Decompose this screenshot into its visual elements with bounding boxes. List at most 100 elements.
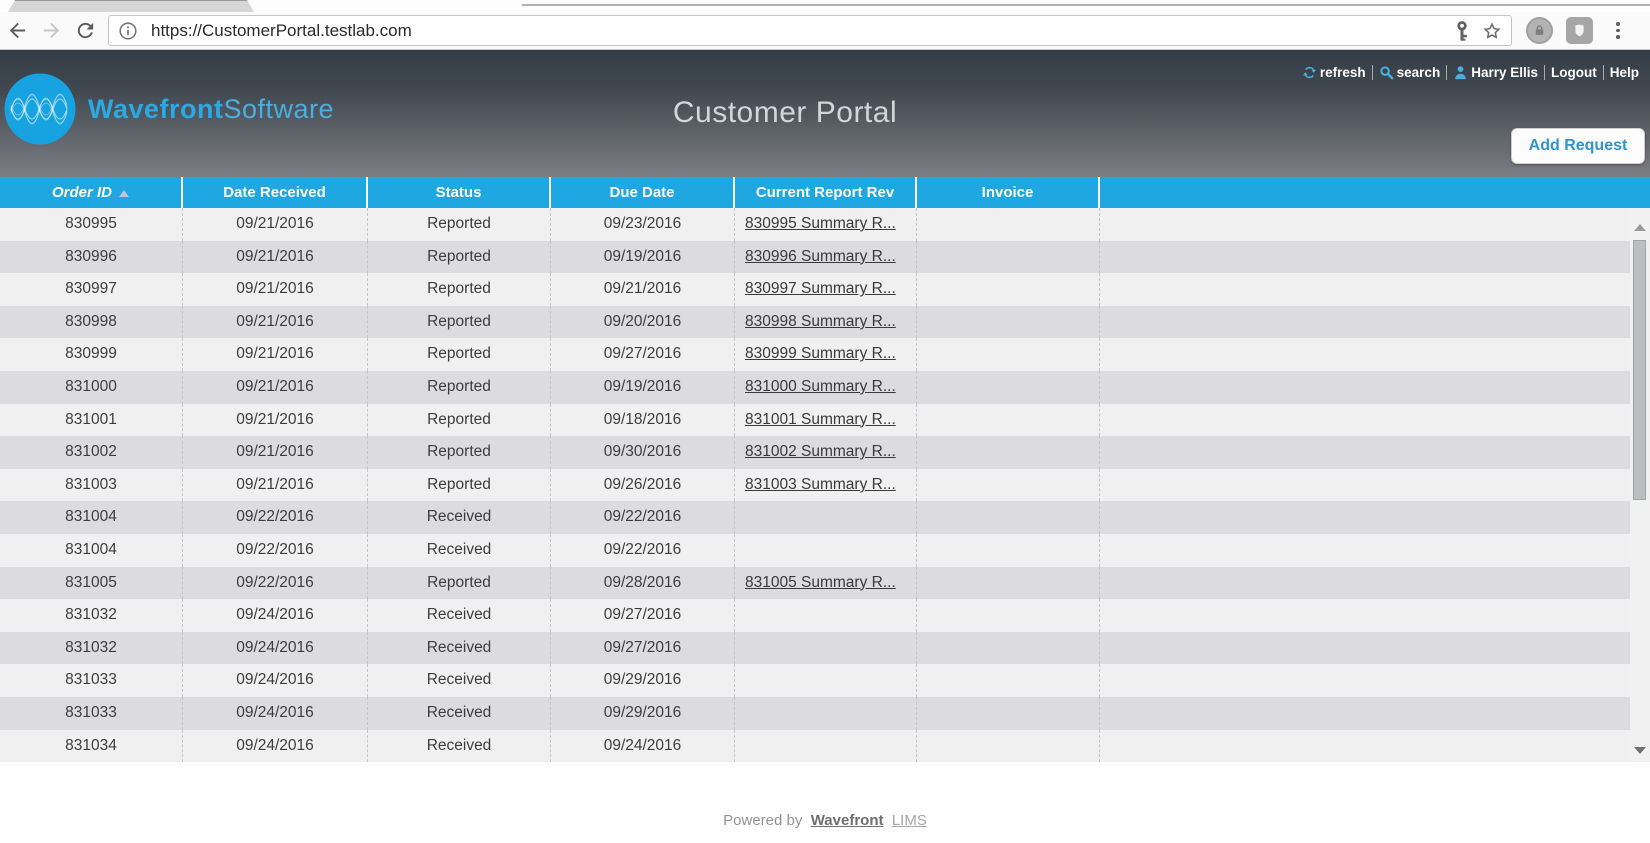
table-row[interactable]: 830996 09/21/2016 Reported 09/19/2016 83… — [0, 240, 1650, 274]
report-rev-cell — [735, 696, 917, 730]
order-id-cell: 830998 — [0, 305, 183, 339]
table-row[interactable]: 831001 09/21/2016 Reported 09/18/2016 83… — [0, 403, 1650, 437]
table-row[interactable]: 831004 09/22/2016 Received 09/22/2016 — [0, 501, 1650, 534]
extension-lock-icon[interactable] — [1526, 17, 1553, 44]
report-rev-cell: 830995 Summary R... — [735, 208, 917, 241]
table-row[interactable]: 831032 09/24/2016 Received 09/27/2016 — [0, 599, 1650, 632]
search-link[interactable]: search — [1376, 65, 1444, 80]
invoice-cell — [917, 240, 1100, 274]
address-bar[interactable]: https://CustomerPortal.testlab.com — [108, 15, 1512, 46]
forward-button[interactable] — [34, 16, 68, 46]
browser-toolbar: https://CustomerPortal.testlab.com — [0, 12, 1650, 50]
date-received-cell: 09/24/2016 — [183, 696, 368, 730]
table-row[interactable]: 831033 09/24/2016 Received 09/29/2016 — [0, 696, 1650, 730]
filler-cell — [1100, 632, 1650, 665]
column-header-date-received[interactable]: Date Received — [183, 177, 368, 208]
table-row[interactable]: 831003 09/21/2016 Reported 09/26/2016 83… — [0, 468, 1650, 502]
table-row[interactable]: 830998 09/21/2016 Reported 09/20/2016 83… — [0, 305, 1650, 339]
order-id-cell: 831032 — [0, 599, 183, 632]
invoice-cell — [917, 370, 1100, 404]
report-link[interactable]: 831005 Summary R... — [745, 574, 896, 591]
logout-link[interactable]: Logout — [1548, 65, 1600, 80]
footer-product-link[interactable]: LIMS — [892, 812, 927, 829]
table-row[interactable]: 831002 09/21/2016 Reported 09/30/2016 83… — [0, 436, 1650, 469]
order-id-cell: 831004 — [0, 501, 183, 534]
invoice-cell — [917, 533, 1100, 567]
table-row[interactable]: 830997 09/21/2016 Reported 09/21/2016 83… — [0, 273, 1650, 306]
report-link[interactable]: 830996 Summary R... — [745, 248, 896, 265]
vertical-scrollbar[interactable] — [1630, 208, 1650, 762]
top-navigation: refresh search Harry Ellis Logout Help — [1299, 65, 1642, 80]
browser-tab[interactable] — [8, 0, 254, 12]
column-header-status[interactable]: Status — [368, 177, 551, 208]
report-link[interactable]: 831003 Summary R... — [745, 476, 896, 493]
status-cell: Reported — [368, 208, 551, 241]
extension-shield-icon[interactable] — [1566, 17, 1593, 44]
reload-button[interactable] — [68, 16, 102, 46]
scrollbar-thumb[interactable] — [1633, 240, 1646, 500]
report-link[interactable]: 830998 Summary R... — [745, 313, 896, 330]
order-id-cell: 831002 — [0, 436, 183, 469]
invoice-cell — [917, 403, 1100, 437]
due-date-cell: 09/29/2016 — [551, 696, 735, 730]
table-row[interactable]: 831034 09/24/2016 Received 09/24/2016 — [0, 729, 1650, 762]
due-date-cell: 09/19/2016 — [551, 370, 735, 404]
page-info-icon[interactable] — [117, 20, 139, 42]
column-header-current-report-rev[interactable]: Current Report Rev — [735, 177, 917, 208]
order-id-cell: 831033 — [0, 696, 183, 730]
scroll-down-icon[interactable] — [1634, 747, 1646, 754]
back-arrow-icon — [9, 22, 25, 39]
browser-window: https://CustomerPortal.testlab.com Wavef… — [0, 0, 1650, 843]
table-row[interactable]: 830999 09/21/2016 Reported 09/27/2016 83… — [0, 338, 1650, 371]
column-label: Order ID — [51, 184, 112, 201]
table-row[interactable]: 831004 09/22/2016 Received 09/22/2016 — [0, 533, 1650, 567]
bookmark-star-icon[interactable] — [1481, 20, 1503, 42]
browser-menu-icon[interactable] — [1603, 16, 1633, 46]
url-text[interactable]: https://CustomerPortal.testlab.com — [151, 21, 1451, 41]
report-link[interactable]: 830995 Summary R... — [745, 215, 896, 232]
filler-cell — [1100, 534, 1650, 567]
report-rev-cell: 830997 Summary R... — [735, 273, 917, 306]
date-received-cell: 09/21/2016 — [183, 436, 368, 469]
date-received-cell: 09/21/2016 — [183, 370, 368, 404]
table-row[interactable]: 830995 09/21/2016 Reported 09/23/2016 83… — [0, 208, 1650, 241]
tabstrip-divider — [522, 4, 1650, 6]
footer-brand-link[interactable]: Wavefront — [811, 812, 884, 829]
report-link[interactable]: 831001 Summary R... — [745, 411, 896, 428]
browser-tabstrip — [0, 0, 1650, 12]
status-cell: Reported — [368, 240, 551, 274]
report-rev-cell — [735, 664, 917, 697]
reload-icon — [77, 22, 93, 39]
status-cell: Received — [368, 599, 551, 632]
help-link[interactable]: Help — [1607, 65, 1642, 80]
filler-cell — [1100, 599, 1650, 632]
add-request-button[interactable]: Add Request — [1511, 128, 1645, 164]
order-id-cell: 830995 — [0, 208, 183, 241]
table-row[interactable]: 831032 09/24/2016 Received 09/27/2016 — [0, 631, 1650, 665]
order-id-cell: 831032 — [0, 631, 183, 665]
sort-ascending-icon — [119, 190, 129, 197]
invoice-cell — [917, 599, 1100, 632]
due-date-cell: 09/24/2016 — [551, 729, 735, 762]
table-row[interactable]: 831033 09/24/2016 Received 09/29/2016 — [0, 664, 1650, 697]
password-key-icon[interactable] — [1451, 20, 1473, 42]
invoice-cell — [917, 305, 1100, 339]
filler-cell — [1100, 208, 1650, 241]
back-button[interactable] — [0, 16, 34, 46]
due-date-cell: 09/28/2016 — [551, 566, 735, 600]
report-link[interactable]: 831000 Summary R... — [745, 378, 896, 395]
refresh-link[interactable]: refresh — [1299, 65, 1369, 80]
column-header-due-date[interactable]: Due Date — [551, 177, 735, 208]
column-header-order-id[interactable]: Order ID — [0, 177, 183, 208]
scroll-up-icon[interactable] — [1634, 224, 1646, 231]
report-link[interactable]: 830997 Summary R... — [745, 280, 896, 297]
column-header-invoice[interactable]: Invoice — [917, 177, 1100, 208]
report-link[interactable]: 831002 Summary R... — [745, 443, 896, 460]
user-menu[interactable]: Harry Ellis — [1450, 65, 1541, 80]
report-link[interactable]: 830999 Summary R... — [745, 345, 896, 362]
table-row[interactable]: 831005 09/22/2016 Reported 09/28/2016 83… — [0, 566, 1650, 600]
date-received-cell: 09/24/2016 — [183, 599, 368, 632]
table-row[interactable]: 831000 09/21/2016 Reported 09/19/2016 83… — [0, 370, 1650, 404]
report-rev-cell — [735, 501, 917, 534]
date-received-cell: 09/21/2016 — [183, 305, 368, 339]
